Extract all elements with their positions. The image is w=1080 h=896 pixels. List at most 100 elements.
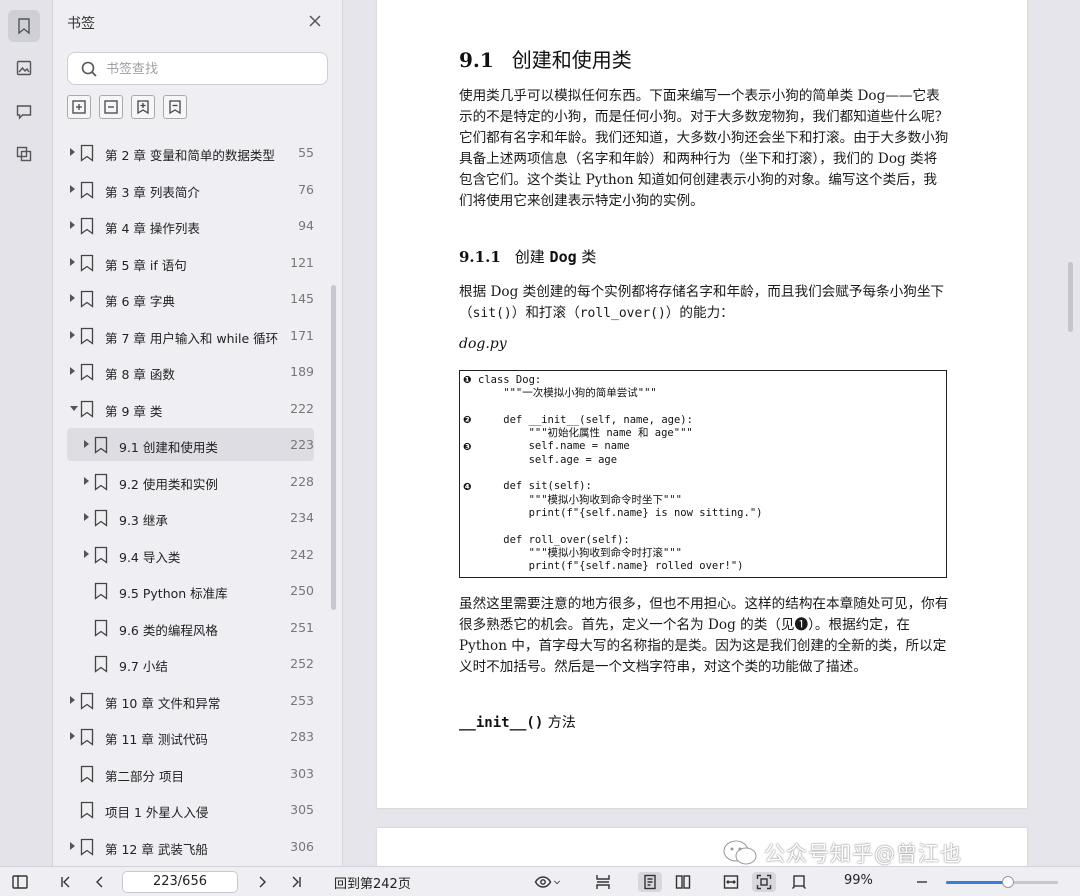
caret-right-icon[interactable] <box>70 732 75 740</box>
bookmark-item[interactable]: 第 10 章 文件和异常 253 <box>67 684 314 717</box>
toggle-sidebar-button[interactable] <box>10 872 30 892</box>
chevron-left-icon <box>96 876 103 888</box>
caret-right-icon[interactable] <box>70 184 75 193</box>
bookmark-outline-icon <box>80 290 94 308</box>
next-page-button[interactable] <box>252 872 272 892</box>
p2-sit-code: sit() <box>472 306 512 321</box>
bookmark-label: 9.5 Python 标准库 <box>119 586 228 601</box>
two-page-button[interactable] <box>672 872 694 892</box>
bookmark-page-number: 171 <box>290 327 314 343</box>
bookmark-item[interactable]: 第 3 章 列表简介 76 <box>67 173 314 206</box>
bookmark-label: 第 2 章 变量和简单的数据类型 <box>105 148 275 163</box>
bookmark-item[interactable]: 第 6 章 字典 145 <box>67 282 314 315</box>
bookmark-item[interactable]: 9.5 Python 标准库 250 <box>67 574 314 607</box>
bookmark-label: 第 4 章 操作列表 <box>105 221 200 236</box>
bookmark-label: 第 10 章 文件和异常 <box>105 695 221 711</box>
bookmark-outline-icon <box>80 765 94 783</box>
caret-right-icon[interactable] <box>70 367 75 375</box>
previous-page-button[interactable] <box>90 872 110 892</box>
caret-right-icon[interactable] <box>84 440 89 448</box>
bookmark-item[interactable]: 第 7 章 用户输入和 while 循环 171 <box>67 319 314 352</box>
bookmark-page-number: 250 <box>290 583 314 598</box>
zoom-slider-knob[interactable] <box>1001 876 1014 888</box>
annotation-panel-button[interactable] <box>8 138 40 170</box>
caret-right-icon[interactable] <box>84 549 89 558</box>
close-panel-button[interactable] <box>306 12 324 30</box>
bookmark-item[interactable]: 9.7 小结 252 <box>67 647 314 680</box>
bookmark-page-number: 234 <box>290 510 314 525</box>
view-mode-button[interactable] <box>530 872 566 892</box>
caret-right-icon[interactable] <box>84 513 89 521</box>
bookmark-label: 第二部分 项目 <box>105 768 184 784</box>
bookmark-scrollbar[interactable] <box>331 285 336 610</box>
crop-button[interactable] <box>788 872 810 892</box>
document-view: 9.1 创建和使用类 使用类几乎可以模拟任何东西。下面来编写一个表示小狗的简单类 … <box>343 0 1080 866</box>
caret-right-icon[interactable] <box>70 221 75 229</box>
continuous-scroll-button[interactable] <box>592 872 614 892</box>
subsection-title-keyword: Dog <box>549 248 577 266</box>
bookmark-item[interactable]: 第 12 章 武装飞船 306 <box>67 830 314 863</box>
bookmark-outline-icon <box>80 254 94 272</box>
bookmark-outline-icon <box>94 473 108 491</box>
bookmark-item[interactable]: 第 8 章 函数 189 <box>67 355 314 388</box>
bookmark-page-number: 253 <box>290 692 314 708</box>
bookmark-item[interactable]: 第 2 章 变量和简单的数据类型 55 <box>67 136 314 169</box>
bookmark-item[interactable]: 第 4 章 操作列表 94 <box>67 209 314 242</box>
bookmark-search-input[interactable] <box>106 59 316 79</box>
bookmark-item[interactable]: 9.6 类的编程风格 251 <box>67 611 314 644</box>
add-bookmark-button[interactable] <box>131 95 155 119</box>
bookmark-item[interactable]: 第 9 章 类 222 <box>67 392 314 425</box>
bookmark-item[interactable]: 项目 1 外星人入侵 305 <box>67 793 314 826</box>
fit-width-button[interactable] <box>720 872 742 892</box>
code-filename: dog.py <box>459 336 507 352</box>
caret-right-icon[interactable] <box>70 841 75 850</box>
back-to-page-link[interactable]: 回到第242页 <box>334 873 411 892</box>
bookmark-page-number: 222 <box>290 400 314 416</box>
thumbnail-panel-button[interactable] <box>8 52 40 84</box>
bookmark-outline-icon <box>94 546 108 564</box>
caret-down-icon[interactable] <box>70 405 78 411</box>
minus-icon <box>917 881 927 883</box>
bookmark-panel-button[interactable] <box>8 10 40 42</box>
bookmark-outline-icon <box>80 801 94 819</box>
code-listing: ❶ ❷ ❸ ❹ class Dog: """一次模拟小狗的简单尝试""" def… <box>459 370 947 578</box>
delete-bookmark-button[interactable] <box>163 95 187 119</box>
bookmark-page-number: 223 <box>290 437 314 452</box>
bookmark-page-number: 305 <box>290 802 314 817</box>
bookmark-panel: 书签 第 2 章 变量和简单的数据类型 55 第 3 章 列表简介 76 第 4 章 操… <box>53 0 343 866</box>
expand-all-button[interactable] <box>67 95 91 119</box>
collapse-all-button[interactable] <box>99 95 123 119</box>
bookmark-item[interactable]: 9.4 导入类 242 <box>67 538 314 571</box>
fit-width-icon <box>723 875 739 889</box>
bookmark-item[interactable]: 9.2 使用类和实例 228 <box>67 465 314 498</box>
zoom-out-button[interactable] <box>912 872 932 892</box>
bookmark-item[interactable]: 第 11 章 测试代码 283 <box>67 720 314 753</box>
bookmark-outline-icon <box>94 619 108 637</box>
caret-right-icon[interactable] <box>70 257 75 266</box>
bookmark-search[interactable] <box>67 52 328 85</box>
single-page-button[interactable] <box>638 872 662 892</box>
caret-right-icon[interactable] <box>70 695 75 704</box>
bookmark-item[interactable]: 9.1 创建和使用类 223 <box>67 428 314 461</box>
document-scrollbar[interactable] <box>1068 262 1073 332</box>
bookmark-item[interactable]: 第 5 章 if 语句 121 <box>67 246 314 279</box>
first-page-icon <box>61 876 70 888</box>
caret-right-icon[interactable] <box>70 294 75 302</box>
comment-panel-button[interactable] <box>8 96 40 128</box>
bottom-toolbar: 223/656 回到第242页 99% <box>0 866 1080 896</box>
bookmark-item[interactable]: 第二部分 项目 303 <box>67 757 314 790</box>
fit-page-button[interactable] <box>752 872 776 892</box>
caret-right-icon[interactable] <box>70 330 75 339</box>
zoom-level[interactable]: 99% <box>844 873 873 888</box>
bookmark-label: 第 9 章 类 <box>105 403 163 419</box>
caret-right-icon[interactable] <box>84 476 89 485</box>
page-number-input[interactable]: 223/656 <box>122 871 238 893</box>
continuous-scroll-icon <box>596 875 610 889</box>
comment-icon <box>16 105 32 120</box>
caret-right-icon[interactable] <box>70 148 75 156</box>
bookmark-outline-icon <box>80 181 94 199</box>
first-page-button[interactable] <box>56 872 76 892</box>
last-page-button[interactable] <box>286 872 306 892</box>
zoom-slider[interactable] <box>946 876 1058 888</box>
bookmark-item[interactable]: 9.3 继承 234 <box>67 501 314 534</box>
